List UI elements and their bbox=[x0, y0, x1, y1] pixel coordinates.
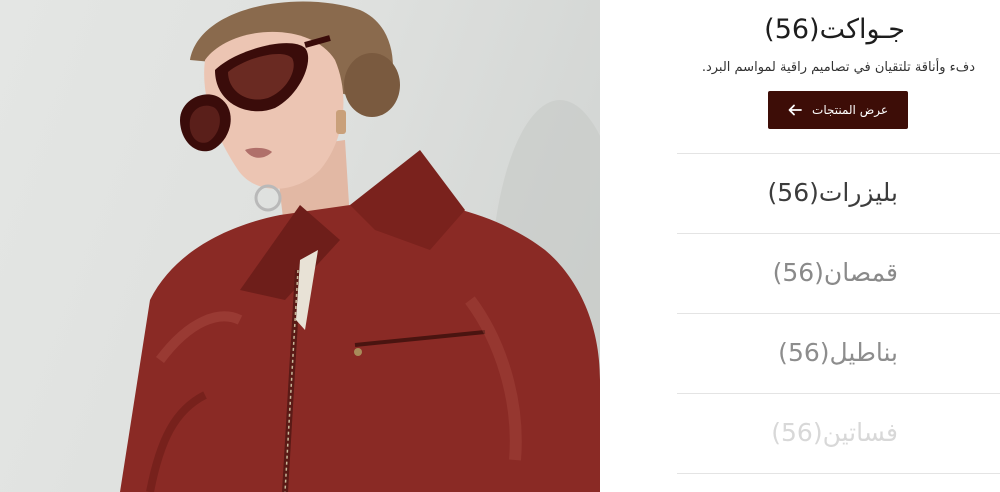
featured-category-title[interactable]: جـواكت(56) bbox=[764, 14, 905, 45]
category-label: بليزرات(56) bbox=[767, 178, 898, 207]
category-item-shirts[interactable]: قمصان(56) bbox=[677, 233, 1000, 313]
category-panel: جـواكت(56) دفء وأناقة تلتقيان في تصاميم … bbox=[600, 0, 1000, 492]
arrow-left-icon bbox=[788, 103, 802, 117]
model-photo-illustration bbox=[120, 1, 600, 492]
category-list: بليزرات(56) قمصان(56) بناطيل(56) فساتين(… bbox=[677, 153, 1000, 474]
view-products-button[interactable]: عرض المنتجات bbox=[768, 91, 908, 129]
category-label: فساتين(56) bbox=[771, 418, 898, 447]
category-item-dresses[interactable]: فساتين(56) bbox=[677, 393, 1000, 474]
category-item-pants[interactable]: بناطيل(56) bbox=[677, 313, 1000, 393]
category-label: بناطيل(56) bbox=[778, 338, 898, 367]
view-products-label: عرض المنتجات bbox=[812, 103, 888, 117]
featured-category-description: دفء وأناقة تلتقيان في تصاميم راقية لمواس… bbox=[701, 60, 975, 75]
category-item-blazers[interactable]: بليزرات(56) bbox=[677, 153, 1000, 233]
hero-image bbox=[0, 0, 600, 492]
category-label: قمصان(56) bbox=[772, 258, 898, 287]
